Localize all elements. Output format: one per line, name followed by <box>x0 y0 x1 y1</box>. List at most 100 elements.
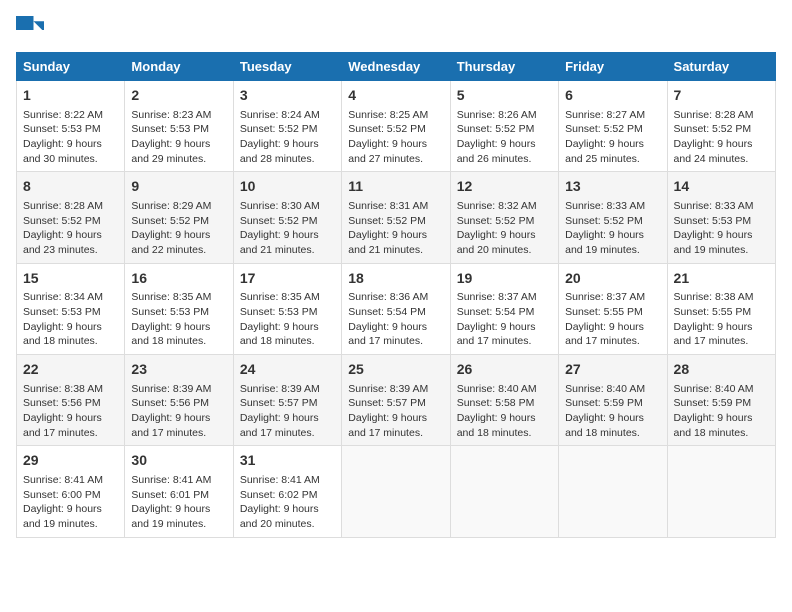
day-number: 26 <box>457 360 552 380</box>
day-number: 7 <box>674 86 769 106</box>
calendar-day-cell: 9Sunrise: 8:29 AMSunset: 5:52 PMDaylight… <box>125 172 233 263</box>
calendar-day-cell <box>342 446 450 537</box>
calendar-day-cell: 29Sunrise: 8:41 AMSunset: 6:00 PMDayligh… <box>17 446 125 537</box>
sunset: Sunset: 5:52 PM <box>457 215 535 227</box>
daylight-label: Daylight: 9 hours and 20 minutes. <box>457 229 536 256</box>
day-number: 15 <box>23 269 118 289</box>
calendar-day-cell: 16 Sunrise: 8:35 AM Sunset: 5:53 PM Dayligh… <box>125 263 233 354</box>
sunset: Sunset: 5:57 PM <box>240 397 318 409</box>
sunset: Sunset: 5:53 PM <box>23 123 101 135</box>
calendar-header-row: SundayMondayTuesdayWednesdayThursdayFrid… <box>17 53 776 81</box>
calendar-day-cell: 17Sunrise: 8:35 AMSunset: 5:53 PMDayligh… <box>233 263 341 354</box>
sunset: Sunset: 5:54 PM <box>457 306 535 318</box>
logo <box>16 16 48 44</box>
sunrise: Sunrise: 8:41 AM <box>23 474 103 486</box>
daylight-label: Daylight: 9 hours and 26 minutes. <box>457 138 536 165</box>
day-number: 5 <box>457 86 552 106</box>
sunset: Sunset: 5:52 PM <box>348 123 426 135</box>
sunrise: Sunrise: 8:35 AM <box>131 291 211 303</box>
daylight-label: Daylight: 9 hours and 17 minutes. <box>131 412 210 439</box>
day-number: 3 <box>240 86 335 106</box>
daylight-label: Daylight: 9 hours and 19 minutes. <box>565 229 644 256</box>
daylight-label: Daylight: 9 hours and 17 minutes. <box>674 321 753 348</box>
day-number: 16 <box>131 269 226 289</box>
sunset: Sunset: 5:55 PM <box>674 306 752 318</box>
daylight-label: Daylight: 9 hours and 17 minutes. <box>565 321 644 348</box>
day-number: 10 <box>240 177 335 197</box>
day-number: 21 <box>674 269 769 289</box>
daylight-label: Daylight: 9 hours and 19 minutes. <box>131 503 210 530</box>
sunrise: Sunrise: 8:38 AM <box>23 383 103 395</box>
sunset: Sunset: 5:52 PM <box>348 215 426 227</box>
sunrise: Sunrise: 8:24 AM <box>240 109 320 121</box>
calendar-day-cell: 11Sunrise: 8:31 AMSunset: 5:52 PMDayligh… <box>342 172 450 263</box>
sunrise: Sunrise: 8:36 AM <box>348 291 428 303</box>
logo-icon <box>16 16 44 44</box>
calendar-header-cell: Friday <box>559 53 667 81</box>
sunset: Sunset: 5:52 PM <box>674 123 752 135</box>
daylight-label: Daylight: 9 hours and 18 minutes. <box>240 321 319 348</box>
sunset: Sunset: 5:55 PM <box>565 306 643 318</box>
daylight-label: Daylight: 9 hours and 28 minutes. <box>240 138 319 165</box>
calendar-table: SundayMondayTuesdayWednesdayThursdayFrid… <box>16 52 776 538</box>
sunrise: Sunrise: 8:22 AM <box>23 109 103 121</box>
sunset: Sunset: 5:59 PM <box>565 397 643 409</box>
day-number: 14 <box>674 177 769 197</box>
sunset: Sunset: 6:00 PM <box>23 489 101 501</box>
day-number: 6 <box>565 86 660 106</box>
day-number: 25 <box>348 360 443 380</box>
sunset: Sunset: 5:53 PM <box>240 306 318 318</box>
day-number: 4 <box>348 86 443 106</box>
sunset: Sunset: 5:53 PM <box>131 123 209 135</box>
day-number: 13 <box>565 177 660 197</box>
sunset: Sunset: 5:56 PM <box>131 397 209 409</box>
sunrise: Sunrise: 8:30 AM <box>240 200 320 212</box>
calendar-day-cell: 21 Sunrise: 8:38 AM Sunset: 5:55 PM Dayligh… <box>667 263 775 354</box>
sunrise: Sunrise: 8:39 AM <box>348 383 428 395</box>
sunrise: Sunrise: 8:33 AM <box>674 200 754 212</box>
page-header <box>16 16 776 44</box>
calendar-day-cell: 20Sunrise: 8:37 AMSunset: 5:55 PMDayligh… <box>559 263 667 354</box>
calendar-day-cell: 22Sunrise: 8:38 AMSunset: 5:56 PMDayligh… <box>17 355 125 446</box>
daylight-label: Daylight: 9 hours and 18 minutes. <box>23 321 102 348</box>
calendar-day-cell <box>559 446 667 537</box>
sunrise: Sunrise: 8:38 AM <box>674 291 754 303</box>
calendar-day-cell: 8Sunrise: 8:28 AMSunset: 5:52 PMDaylight… <box>17 172 125 263</box>
daylight-label: Daylight: 9 hours and 18 minutes. <box>457 412 536 439</box>
calendar-day-cell: 23Sunrise: 8:39 AMSunset: 5:56 PMDayligh… <box>125 355 233 446</box>
sunset: Sunset: 5:53 PM <box>131 306 209 318</box>
sunset: Sunset: 5:52 PM <box>240 123 318 135</box>
daylight-label: Daylight: 9 hours and 17 minutes. <box>23 412 102 439</box>
sunset: Sunset: 5:52 PM <box>23 215 101 227</box>
calendar-day-cell: 10Sunrise: 8:30 AMSunset: 5:52 PMDayligh… <box>233 172 341 263</box>
calendar-day-cell: 3 Sunrise: 8:24 AM Sunset: 5:52 PM Daylight… <box>233 81 341 172</box>
calendar-day-cell: 6Sunrise: 8:27 AMSunset: 5:52 PMDaylight… <box>559 81 667 172</box>
sunset: Sunset: 5:54 PM <box>348 306 426 318</box>
calendar-week-row: 8Sunrise: 8:28 AMSunset: 5:52 PMDaylight… <box>17 172 776 263</box>
calendar-day-cell: 12Sunrise: 8:32 AMSunset: 5:52 PMDayligh… <box>450 172 558 263</box>
daylight-label: Daylight: 9 hours and 30 minutes. <box>23 138 102 165</box>
daylight-label: Daylight: 9 hours and 24 minutes. <box>674 138 753 165</box>
day-number: 31 <box>240 451 335 471</box>
calendar-day-cell: 14Sunrise: 8:33 AMSunset: 5:53 PMDayligh… <box>667 172 775 263</box>
sunset: Sunset: 5:58 PM <box>457 397 535 409</box>
sunrise: Sunrise: 8:40 AM <box>674 383 754 395</box>
sunset: Sunset: 5:53 PM <box>23 306 101 318</box>
day-number: 30 <box>131 451 226 471</box>
calendar-day-cell: 19Sunrise: 8:37 AMSunset: 5:54 PMDayligh… <box>450 263 558 354</box>
day-number: 23 <box>131 360 226 380</box>
day-number: 11 <box>348 177 443 197</box>
day-number: 24 <box>240 360 335 380</box>
sunset: Sunset: 5:53 PM <box>674 215 752 227</box>
daylight-label: Daylight: 9 hours and 18 minutes. <box>674 412 753 439</box>
sunrise: Sunrise: 8:26 AM <box>457 109 537 121</box>
calendar-header-cell: Sunday <box>17 53 125 81</box>
sunset: Sunset: 5:52 PM <box>565 215 643 227</box>
calendar-day-cell <box>667 446 775 537</box>
day-number: 2 <box>131 86 226 106</box>
sunrise: Sunrise: 8:40 AM <box>457 383 537 395</box>
sunrise: Sunrise: 8:23 AM <box>131 109 211 121</box>
daylight-label: Daylight: 9 hours and 18 minutes. <box>131 321 210 348</box>
calendar-day-cell: 7 Sunrise: 8:28 AM Sunset: 5:52 PM Daylight… <box>667 81 775 172</box>
sunrise: Sunrise: 8:28 AM <box>674 109 754 121</box>
